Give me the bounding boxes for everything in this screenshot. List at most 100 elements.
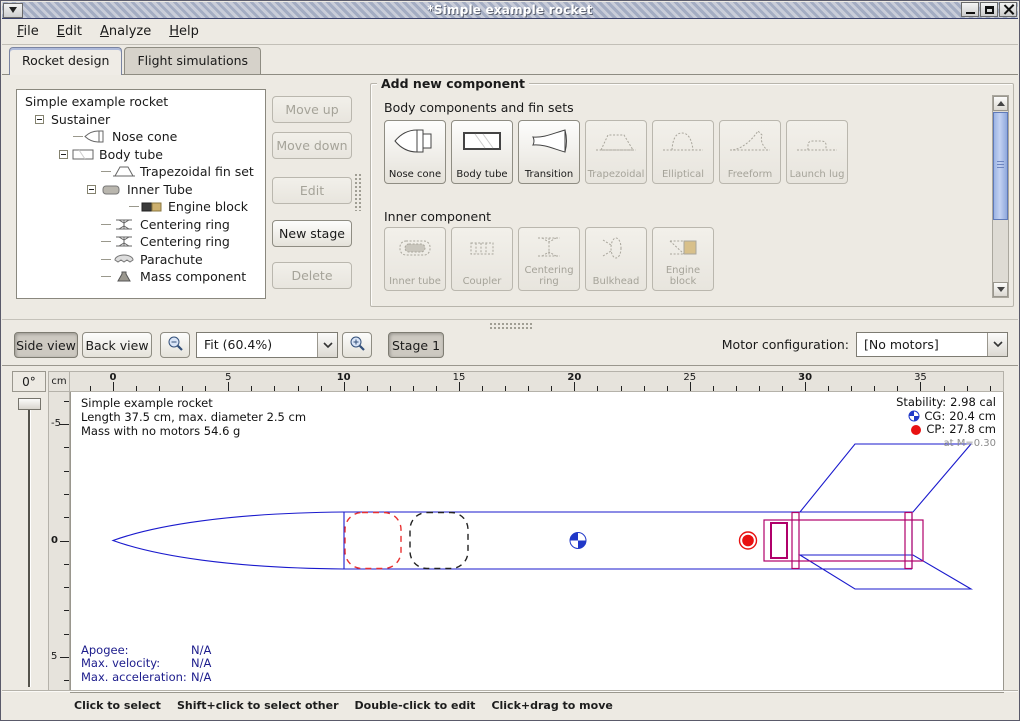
horizontal-splitter-handle[interactable] [489,322,533,329]
add-inner-tube-button[interactable]: Inner tube [384,227,446,291]
component-panel-scrollbar[interactable] [992,95,1009,298]
tree-item-sustainer[interactable]: Sustainer [17,111,265,129]
rotation-slider-track[interactable] [28,402,31,687]
add-elliptical-fin-button[interactable]: Elliptical [652,120,714,184]
component-tree[interactable]: Simple example rocket Sustainer Nose con… [16,89,266,299]
tree-connector [101,276,111,277]
zoom-out-icon [167,335,184,352]
add-centering-ring-button[interactable]: Centering ring [518,227,580,291]
inner-tube-icon [99,183,123,196]
hint-click-drag: Click+drag to move [491,699,612,712]
transition-icon [526,126,572,156]
add-component-group: Add new component Body components and fi… [370,83,1014,307]
vertical-ruler: -505 [48,392,70,692]
move-down-button[interactable]: Move down [272,132,352,159]
edit-button[interactable]: Edit [272,177,352,204]
inner-tube-icon [392,233,438,263]
dropdown-button[interactable] [987,333,1007,356]
dropdown-button[interactable] [317,333,337,357]
scroll-down-button[interactable] [993,282,1008,297]
launch-lug-icon [794,126,840,156]
menu-help[interactable]: Help [160,21,208,42]
bottom-fin [800,555,971,589]
tree-item-nose-cone[interactable]: Nose cone [17,128,265,146]
motor-configuration-label: Motor configuration: [722,337,849,352]
view-toolbar: Side view Back view Fit (60.4%) Stage 1 … [2,329,1018,365]
collapse-icon[interactable] [87,185,96,194]
rocket-view-panel: 0° cm 05101520253035 -505 [2,365,1018,692]
stage-1-toggle[interactable]: Stage 1 [388,332,444,358]
menu-file[interactable]: File [8,21,48,42]
menu-edit[interactable]: Edit [48,21,91,42]
maximize-button[interactable] [980,2,998,17]
rocket-canvas[interactable]: Simple example rocket Length 37.5 cm, ma… [70,392,1004,693]
rotation-slider-handle[interactable] [18,398,41,410]
zoom-out-button[interactable] [160,332,190,358]
tree-item-inner-tube[interactable]: Inner Tube [17,181,265,199]
tree-item-parachute[interactable]: Parachute [17,251,265,269]
vertical-splitter-handle[interactable] [354,173,363,211]
parachute-outline [345,513,401,569]
collapse-icon[interactable] [35,115,44,124]
stability-value: 2.98 cal [950,396,996,410]
minimize-icon [966,12,975,14]
arrow-up-icon [997,101,1005,106]
horizontal-ruler: 05101520253035 [70,371,1004,392]
scroll-up-button[interactable] [993,96,1008,111]
move-up-button[interactable]: Move up [272,96,352,123]
tree-item-body-tube[interactable]: Body tube [17,146,265,164]
minimize-button[interactable] [961,2,979,17]
add-coupler-button[interactable]: Coupler [451,227,513,291]
add-bulkhead-button[interactable]: Bulkhead [585,227,647,291]
zoom-in-icon [349,335,366,352]
collapse-icon[interactable] [59,150,68,159]
cp-marker [740,532,757,549]
cp-value: 27.8 cm [949,423,996,437]
rocket-dimensions: Length 37.5 cm, max. diameter 2.5 cm [81,410,306,424]
add-body-tube-button[interactable]: Body tube [451,120,513,184]
titlebar[interactable]: *Simple example rocket [2,2,1018,19]
tree-item-engine-block[interactable]: Engine block [17,198,265,216]
body-component-buttons: Nose cone Body tube Transition Trapezoid… [384,120,848,184]
add-freeform-fin-button[interactable]: Freeform [719,120,781,184]
zoom-in-button[interactable] [342,332,372,358]
close-button[interactable] [999,2,1017,17]
max-velocity-label: Max. velocity: [81,657,191,671]
window-menu-button[interactable] [3,3,23,18]
back-view-button[interactable]: Back view [82,332,152,358]
new-stage-button[interactable]: New stage [272,220,352,247]
window-title: *Simple example rocket [2,3,1018,17]
add-trapezoidal-fin-button[interactable]: Trapezoidal [585,120,647,184]
tab-flight-simulations[interactable]: Flight simulations [124,47,261,74]
bulkhead-icon [593,233,639,263]
tree-item-centering-ring-1[interactable]: Centering ring [17,216,265,234]
tree-item-mass-component[interactable]: Mass component [17,268,265,286]
tree-item-rocket[interactable]: Simple example rocket [17,93,265,111]
coupler-icon [459,233,505,263]
elliptical-fin-icon [660,126,706,156]
tree-item-trapezoidal-fin-set[interactable]: Trapezoidal fin set [17,163,265,181]
tree-connector [101,259,111,260]
zoom-level-combobox[interactable]: Fit (60.4%) [196,332,338,358]
horizontal-splitter[interactable] [2,319,1018,329]
hint-click-select: Click to select [74,699,161,712]
scrollbar-thumb[interactable] [993,112,1008,220]
menu-analyze[interactable]: Analyze [91,21,160,42]
max-acceleration-label: Max. acceleration: [81,671,191,685]
tab-rocket-design[interactable]: Rocket design [9,47,122,75]
motor-configuration-combobox[interactable]: [No motors] [856,332,1008,357]
tree-connector [101,241,111,242]
tree-item-centering-ring-2[interactable]: Centering ring [17,233,265,251]
side-view-button[interactable]: Side view [14,332,78,358]
trapezoidal-fin-icon [593,126,639,156]
delete-button[interactable]: Delete [272,262,352,289]
add-transition-button[interactable]: Transition [518,120,580,184]
nose-cone-icon [392,126,438,156]
apogee-label: Apogee: [81,644,191,658]
menubar: File Edit Analyze Help [2,19,1018,45]
add-launch-lug-button[interactable]: Launch lug [786,120,848,184]
arrow-down-icon [997,287,1005,292]
add-engine-block-button[interactable]: Engine block [652,227,714,291]
add-nose-cone-button[interactable]: Nose cone [384,120,446,184]
inner-component-buttons: Inner tube Coupler Centering ring Bulkhe… [384,227,714,291]
